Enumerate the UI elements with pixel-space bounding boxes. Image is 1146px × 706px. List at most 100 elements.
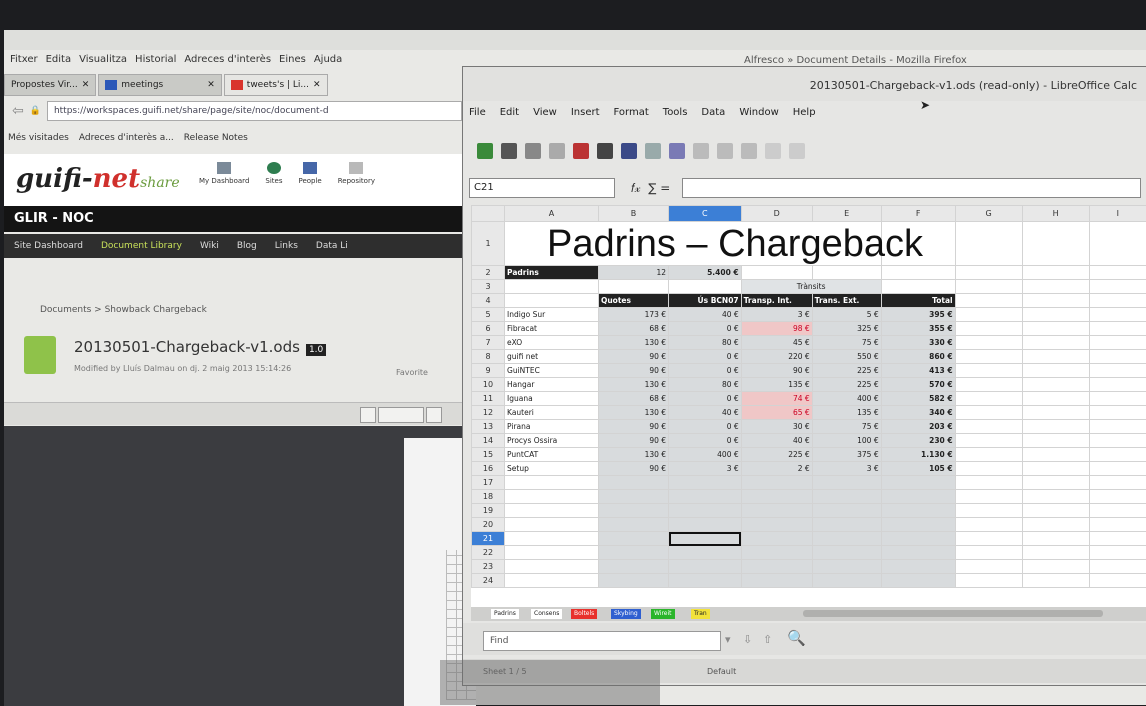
horizontal-scrollbar[interactable]	[803, 610, 1103, 617]
value-cell[interactable]: 65 €	[741, 406, 812, 420]
row-header[interactable]: 4	[472, 294, 505, 308]
subnav-wiki[interactable]: Wiki	[200, 241, 219, 251]
row-header[interactable]: 8	[472, 350, 505, 364]
menu-edita[interactable]: Edita	[46, 54, 72, 65]
cell[interactable]	[1022, 546, 1089, 560]
cell[interactable]	[1022, 266, 1089, 280]
value-cell[interactable]: 90 €	[741, 364, 812, 378]
function-wizard-icon[interactable]: 𝑓𝓍	[631, 181, 640, 196]
cell[interactable]	[505, 280, 599, 294]
bookmark-release-notes[interactable]: Release Notes	[184, 133, 248, 143]
cell[interactable]	[1089, 350, 1146, 364]
cell[interactable]	[1089, 462, 1146, 476]
cell[interactable]	[669, 518, 742, 532]
cell[interactable]	[1022, 532, 1089, 546]
column-header[interactable]: G	[955, 206, 1022, 222]
cell[interactable]	[1022, 518, 1089, 532]
value-cell[interactable]: 0 €	[669, 434, 742, 448]
value-cell[interactable]: 340 €	[881, 406, 955, 420]
row-header[interactable]: 10	[472, 378, 505, 392]
cell[interactable]	[955, 222, 1022, 266]
padrins-count-cell[interactable]: 12	[598, 266, 668, 280]
menu-help[interactable]: Help	[793, 107, 816, 118]
value-cell[interactable]: 550 €	[812, 350, 881, 364]
padrino-name-cell[interactable]: Setup	[505, 462, 599, 476]
padrino-name-cell[interactable]: GuiNTEC	[505, 364, 599, 378]
cell[interactable]	[881, 280, 955, 294]
value-cell[interactable]: 80 €	[669, 378, 742, 392]
cell[interactable]	[669, 476, 742, 490]
browser-tab[interactable]: tweets's | Li... ✕	[224, 74, 328, 96]
cell[interactable]	[598, 574, 668, 588]
padrino-name-cell[interactable]: eXO	[505, 336, 599, 350]
cell[interactable]	[1022, 406, 1089, 420]
value-cell[interactable]: 413 €	[881, 364, 955, 378]
cell[interactable]	[881, 504, 955, 518]
cell[interactable]	[955, 294, 1022, 308]
cell[interactable]	[505, 546, 599, 560]
value-cell[interactable]: 5 €	[812, 308, 881, 322]
cell[interactable]	[505, 504, 599, 518]
select-all-corner[interactable]	[472, 206, 505, 222]
find-previous-icon[interactable]: ▾	[725, 633, 731, 646]
cell[interactable]	[598, 490, 668, 504]
cell[interactable]	[1089, 448, 1146, 462]
row-header[interactable]: 15	[472, 448, 505, 462]
browser-tab[interactable]: meetings ✕	[98, 74, 222, 96]
value-cell[interactable]: 225 €	[812, 378, 881, 392]
cell[interactable]	[741, 504, 812, 518]
value-cell[interactable]: 3 €	[812, 462, 881, 476]
row-header[interactable]: 12	[472, 406, 505, 420]
row-header[interactable]: 1	[472, 222, 505, 266]
value-cell[interactable]: 98 €	[741, 322, 812, 336]
cell[interactable]	[955, 532, 1022, 546]
cell[interactable]	[812, 518, 881, 532]
cell[interactable]	[881, 518, 955, 532]
nav-sites[interactable]: Sites	[265, 162, 282, 185]
cell[interactable]	[955, 280, 1022, 294]
value-cell[interactable]: 135 €	[741, 378, 812, 392]
cell[interactable]	[812, 560, 881, 574]
menu-fitxer[interactable]: Fitxer	[10, 54, 38, 65]
cell[interactable]	[1089, 378, 1146, 392]
cell[interactable]	[1022, 222, 1089, 266]
value-cell[interactable]: 130 €	[598, 406, 668, 420]
cell[interactable]	[1089, 322, 1146, 336]
preview-fullscreen-button[interactable]	[426, 407, 442, 423]
header-total[interactable]: Total	[881, 294, 955, 308]
cell[interactable]	[741, 266, 812, 280]
header-us-bcn07[interactable]: Ús BCN07	[669, 294, 742, 308]
cell[interactable]	[1089, 392, 1146, 406]
cell[interactable]	[955, 378, 1022, 392]
value-cell[interactable]: 74 €	[741, 392, 812, 406]
cell[interactable]	[1089, 336, 1146, 350]
close-icon[interactable]: ✕	[207, 80, 215, 90]
cell[interactable]	[1022, 294, 1089, 308]
find-replace-icon[interactable]: 🔍	[787, 629, 806, 647]
print-preview-icon[interactable]	[621, 143, 637, 159]
cell[interactable]	[955, 476, 1022, 490]
column-header-selected[interactable]: C	[669, 206, 742, 222]
value-cell[interactable]: 130 €	[598, 448, 668, 462]
cell[interactable]	[505, 574, 599, 588]
find-next-down-icon[interactable]: ⇩	[743, 633, 752, 646]
padrino-name-cell[interactable]: PuntCAT	[505, 448, 599, 462]
cell[interactable]	[1022, 378, 1089, 392]
value-cell[interactable]: 570 €	[881, 378, 955, 392]
redo-icon[interactable]	[789, 143, 805, 159]
close-icon[interactable]: ✕	[82, 80, 90, 90]
cell[interactable]	[598, 280, 668, 294]
cell[interactable]	[505, 560, 599, 574]
value-cell[interactable]: 325 €	[812, 322, 881, 336]
cell[interactable]	[505, 294, 599, 308]
value-cell[interactable]: 1.130 €	[881, 448, 955, 462]
cell[interactable]	[881, 560, 955, 574]
cell[interactable]	[955, 308, 1022, 322]
autospell-icon[interactable]	[669, 143, 685, 159]
cell[interactable]	[955, 518, 1022, 532]
menu-visualitza[interactable]: Visualitza	[79, 54, 127, 65]
menu-tools[interactable]: Tools	[663, 107, 688, 118]
cell[interactable]	[881, 476, 955, 490]
value-cell[interactable]: 173 €	[598, 308, 668, 322]
cell[interactable]	[1089, 420, 1146, 434]
